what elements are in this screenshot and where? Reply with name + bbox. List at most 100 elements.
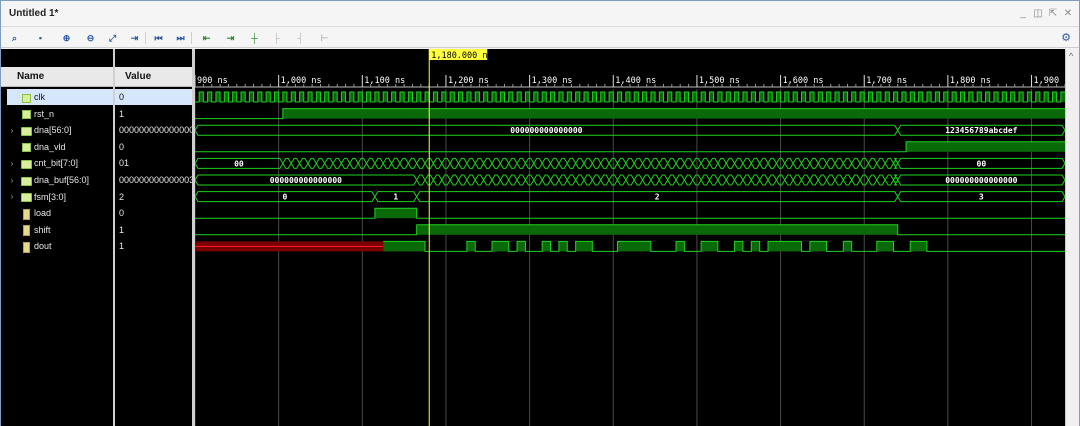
- zoom-out-icon[interactable]: ⊖: [83, 31, 98, 45]
- signal-row-name[interactable]: clk: [7, 89, 113, 105]
- high-level-fill: [542, 92, 547, 102]
- expand-chevron-icon[interactable]: ›: [7, 192, 17, 201]
- swap-cursors-icon[interactable]: ⊢: [317, 31, 332, 45]
- high-level-fill: [684, 92, 689, 102]
- signal-row-name[interactable]: shift: [7, 222, 113, 238]
- signal-name: cnt_bit[7:0]: [34, 158, 79, 169]
- bus-segment: [700, 174, 711, 186]
- signal-row-name[interactable]: dout: [7, 238, 113, 254]
- waveform-bus: 000000000000000 123456789abcdef: [194, 124, 1066, 136]
- bus-segment: [750, 174, 761, 186]
- bit-trace: [195, 207, 1065, 219]
- signal-row-name[interactable]: › dna[56:0]: [7, 122, 113, 138]
- bus-segment: [633, 174, 644, 186]
- high-level-fill: [433, 92, 438, 102]
- high-level-fill: [199, 92, 204, 102]
- bus-segment: [842, 174, 853, 186]
- time-cursor[interactable]: 1,180.000 ns: [428, 49, 493, 426]
- zoom-fit-icon[interactable]: ⤢: [105, 31, 120, 45]
- expand-chevron-icon[interactable]: ›: [7, 159, 17, 168]
- bus-segment: [667, 157, 677, 169]
- bus-segment: [767, 174, 777, 186]
- high-level-fill: [575, 241, 593, 252]
- vertical-scrollbar[interactable]: ^: [1065, 49, 1079, 426]
- high-level-fill: [466, 241, 476, 252]
- bus-segment: [541, 174, 552, 186]
- scroll-up-icon[interactable]: ^: [1069, 51, 1073, 61]
- bus-segment: [508, 157, 518, 169]
- high-level-fill: [558, 92, 564, 102]
- expand-chevron-icon[interactable]: ›: [7, 176, 17, 185]
- high-level-fill: [324, 92, 329, 102]
- high-level-fill: [291, 92, 296, 102]
- bus-segment: [675, 157, 685, 169]
- float-icon[interactable]: ⇱: [1048, 9, 1058, 19]
- close-icon[interactable]: ✕: [1063, 9, 1073, 19]
- high-level-fill: [834, 92, 840, 102]
- bus-segment: [733, 174, 744, 186]
- high-level-fill: [575, 92, 580, 102]
- high-level-fill: [249, 92, 254, 102]
- high-level-fill: [609, 92, 614, 102]
- value-column-header[interactable]: Value: [115, 67, 192, 87]
- name-column-label: Name: [17, 71, 45, 82]
- expand-chevron-icon[interactable]: ›: [7, 126, 17, 135]
- waveform-canvas[interactable]: 900 ns 1,000 ns 1,100 ns 1,200 ns 1,300 ns 1,…: [194, 49, 1074, 426]
- minimize-icon[interactable]: _: [1018, 9, 1028, 19]
- bus-value-label: 000000000000000: [270, 176, 342, 185]
- add-marker-icon[interactable]: ┼: [247, 31, 262, 45]
- zoom-in-icon[interactable]: ⊕: [59, 31, 74, 45]
- bus-segment: [817, 174, 828, 186]
- bus-segment: [566, 157, 577, 169]
- signal-row-name[interactable]: load: [7, 205, 113, 221]
- bus-segment: [641, 157, 652, 169]
- signal-value: 1: [119, 224, 125, 235]
- name-column-header[interactable]: Name: [1, 67, 113, 87]
- previous-marker-icon[interactable]: ├: [269, 31, 284, 45]
- high-level-fill: [918, 92, 923, 102]
- high-level-fill: [567, 92, 572, 102]
- high-level-fill: [358, 92, 363, 102]
- signal-row-name[interactable]: › fsm[3:0]: [7, 189, 113, 205]
- waveform-panel[interactable]: 900 ns 1,000 ns 1,100 ns 1,200 ns 1,300 ns 1,…: [194, 49, 1074, 426]
- waveforms: 000000000000000 123456789abcdef 00 00000000…: [194, 91, 1066, 252]
- high-level-fill: [257, 92, 262, 102]
- bus-segment: [457, 174, 468, 186]
- high-level-fill: [935, 92, 940, 102]
- next-marker-icon[interactable]: ┤: [293, 31, 308, 45]
- high-level-fill: [625, 92, 630, 102]
- bus-segment: [767, 157, 777, 169]
- bus-icon: [21, 176, 32, 186]
- gear-icon[interactable]: ⚙: [1061, 31, 1071, 44]
- bus-segment: [591, 157, 602, 169]
- signal-name: dna_buf[56:0]: [34, 175, 90, 185]
- high-level-fill: [968, 92, 973, 102]
- bus-segment: [834, 157, 844, 169]
- high-level-fill: [893, 92, 898, 102]
- high-level-fill: [843, 241, 852, 252]
- bus-segment: [708, 174, 719, 186]
- high-level-fill: [349, 92, 354, 102]
- window-title: Untitled 1*: [9, 8, 59, 19]
- save-icon[interactable]: ▪: [33, 31, 48, 45]
- high-level-fill: [1002, 92, 1007, 102]
- signal-row-name[interactable]: › cnt_bit[7:0]: [7, 155, 113, 171]
- signal-row-name[interactable]: rst_n: [7, 106, 113, 122]
- signal-row-name[interactable]: › dna_buf[56:0]: [7, 172, 113, 188]
- search-icon[interactable]: ⌕: [7, 31, 22, 45]
- bus-segment: [625, 174, 635, 186]
- bus-segment: [834, 174, 844, 186]
- bus-segment: [374, 157, 384, 169]
- go-to-end-icon[interactable]: ⏭: [173, 31, 188, 45]
- bus-segment: [315, 157, 326, 169]
- restore-icon[interactable]: ◫: [1033, 9, 1043, 19]
- signal-row-name[interactable]: dna_vld: [7, 139, 113, 155]
- bus-segment: [650, 157, 660, 169]
- title-bar: Untitled 1* _ ◫ ⇱ ✕: [1, 1, 1079, 27]
- next-transition-icon[interactable]: ⇥: [223, 31, 238, 45]
- bus-segment: [742, 174, 752, 186]
- signal-name: shift: [34, 224, 51, 235]
- go-to-cursor-icon[interactable]: ⇥: [127, 31, 142, 45]
- previous-transition-icon[interactable]: ⇤: [199, 31, 214, 45]
- go-to-start-icon[interactable]: ⏮: [151, 31, 166, 45]
